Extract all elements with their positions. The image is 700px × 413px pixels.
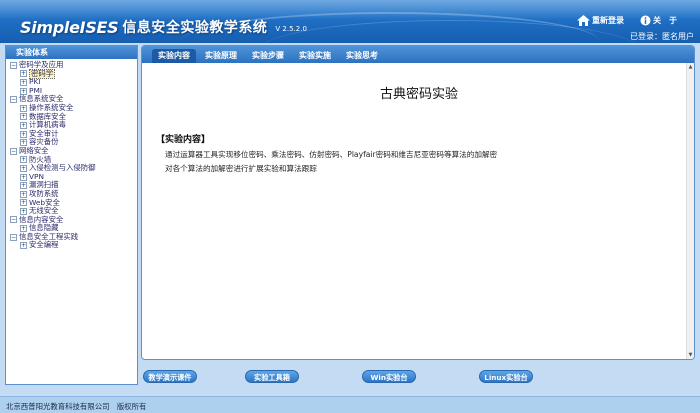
content-line: 通过运算器工具实现移位密码、乘法密码、仿射密码、Playfair密码和维吉尼亚密… xyxy=(165,150,498,159)
footer: 北京西普阳光教育科技有限公司 版权所有 xyxy=(0,396,700,413)
expand-icon[interactable]: + xyxy=(20,113,27,121)
expand-icon[interactable]: + xyxy=(20,164,27,172)
info-icon xyxy=(640,15,651,26)
app-logo: SimpleISES 信息安全实验教学系统 V 2.5.2.0 xyxy=(20,17,307,37)
tab[interactable]: 实验实施 xyxy=(293,49,337,63)
collapse-icon[interactable]: − xyxy=(10,61,17,69)
expand-icon[interactable]: + xyxy=(20,121,27,129)
about-button[interactable]: 关 于 xyxy=(640,15,677,26)
expand-icon[interactable]: + xyxy=(20,70,27,78)
collapse-icon[interactable]: − xyxy=(10,96,17,104)
content-line: 对各个算法的加解密进行扩展实验和算法跟踪 xyxy=(165,164,317,173)
tab[interactable]: 实验步骤 xyxy=(246,49,290,63)
home-icon xyxy=(577,15,590,26)
tree-panel-title: 实验体系 xyxy=(6,46,137,59)
experiment-tree-panel: 实验体系 − 密码学及应用 + 密码学 + PKI + PMI − 信息系统安全 + 操作系统安全 + 数… xyxy=(5,45,138,385)
collapse-icon[interactable]: − xyxy=(10,233,17,241)
about-label: 关 于 xyxy=(653,16,677,25)
tree-item[interactable]: + 安全编程 xyxy=(10,241,137,250)
tools-button[interactable]: 实验工具箱 xyxy=(245,370,299,383)
scroll-down-arrow-icon[interactable]: ▼ xyxy=(687,351,694,359)
version-label: V 2.5.2.0 xyxy=(275,24,307,33)
expand-icon[interactable]: + xyxy=(20,190,27,198)
copyright-text: 北京西普阳光教育科技有限公司 版权所有 xyxy=(6,402,147,411)
tree-item-label: 安全编程 xyxy=(29,240,59,250)
logo-english: SimpleISES xyxy=(20,17,119,37)
expand-icon[interactable]: + xyxy=(20,207,27,215)
vertical-scrollbar[interactable]: ▲ ▼ xyxy=(686,63,694,359)
collapse-icon[interactable]: − xyxy=(10,216,17,224)
experiment-tree: − 密码学及应用 + 密码学 + PKI + PMI − 信息系统安全 + 操作系统安全 + 数据库安全 +… xyxy=(6,59,137,250)
expand-icon[interactable]: + xyxy=(20,173,27,181)
expand-icon[interactable]: + xyxy=(20,104,27,112)
tab-bar: 实验内容 实验原理 实验步骤 实验实施 实验思考 xyxy=(142,46,694,63)
relogin-button[interactable]: 重新登录 xyxy=(577,15,624,26)
experiment-title: 古典密码实验 xyxy=(379,87,458,102)
expand-icon[interactable]: + xyxy=(20,242,27,250)
tab[interactable]: 实验思考 xyxy=(340,49,384,63)
expand-icon[interactable]: + xyxy=(20,78,27,86)
expand-icon[interactable]: + xyxy=(20,156,27,164)
expand-icon[interactable]: + xyxy=(20,182,27,190)
expand-icon[interactable]: + xyxy=(20,199,27,207)
scroll-up-arrow-icon[interactable]: ▲ xyxy=(687,63,694,71)
content-panel: 实验内容 实验原理 实验步骤 实验实施 实验思考 ▲ ▼ 古典密码实验 【实验内容】 通… xyxy=(141,45,695,360)
expand-icon[interactable]: + xyxy=(20,130,27,138)
login-status: 已登录：匿名用户 xyxy=(630,32,694,41)
tab[interactable]: 实验原理 xyxy=(199,49,243,63)
linux-lab-button[interactable]: Linux实验台 xyxy=(479,370,533,383)
win-lab-button[interactable]: Win实验台 xyxy=(362,370,416,383)
app-header: SimpleISES 信息安全实验教学系统 V 2.5.2.0 重新登录 关 于… xyxy=(0,0,700,43)
tab[interactable]: 实验内容 xyxy=(152,49,196,63)
relogin-label: 重新登录 xyxy=(592,16,624,25)
teaching-demo-button[interactable]: 教学演示课件 xyxy=(143,370,197,383)
collapse-icon[interactable]: − xyxy=(10,147,17,155)
logo-chinese: 信息安全实验教学系统 xyxy=(122,20,268,36)
section-title: 【实验内容】 xyxy=(156,135,211,145)
